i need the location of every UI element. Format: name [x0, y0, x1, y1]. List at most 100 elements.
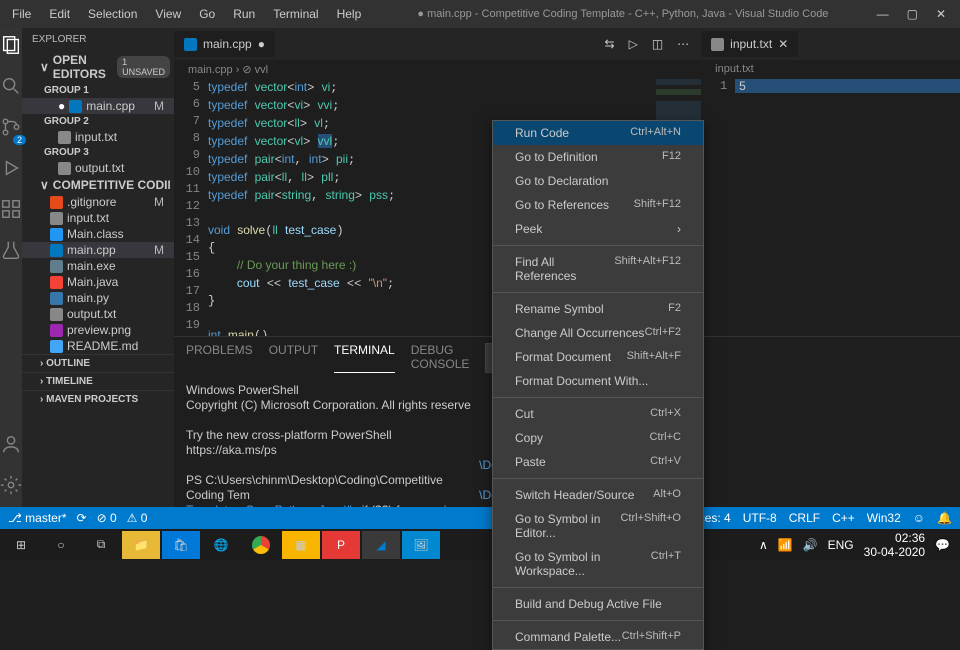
menu-edit[interactable]: Edit [41, 3, 78, 25]
panel-tab-output[interactable]: OUTPUT [269, 343, 318, 373]
ctx-format-document-with-[interactable]: Format Document With... [493, 369, 703, 393]
clock-date[interactable]: 30-04-2020 [864, 545, 925, 559]
ctx-go-to-references[interactable]: Go to ReferencesShift+F12 [493, 193, 703, 217]
file-tree-item[interactable]: Main.class [22, 226, 174, 242]
cortana-icon[interactable]: ○ [42, 531, 80, 559]
open-editor-item[interactable]: input.txt [22, 129, 174, 145]
scm-icon[interactable]: 2 [0, 116, 22, 141]
ctx-command-palette-[interactable]: Command Palette...Ctrl+Shift+P [493, 625, 703, 649]
outline-section[interactable]: › TIMELINE [22, 372, 174, 390]
extensions-icon[interactable] [0, 198, 22, 223]
explorer-icon[interactable] [0, 34, 22, 59]
chrome-icon[interactable] [242, 531, 280, 559]
file-tree-item[interactable]: input.txt [22, 210, 174, 226]
status-item[interactable]: CRLF [789, 511, 820, 525]
ctx-format-document[interactable]: Format DocumentShift+Alt+F [493, 345, 703, 369]
vscode-taskbar-icon[interactable]: ◢ [362, 531, 400, 559]
panel-tab-problems[interactable]: PROBLEMS [186, 343, 253, 373]
breadcrumb[interactable]: main.cpp › ⊘ vvl [174, 60, 701, 79]
status-item[interactable]: ⚠ 0 [127, 511, 148, 525]
menu-file[interactable]: File [4, 3, 39, 25]
status-item[interactable]: ⊘ 0 [97, 511, 117, 525]
file-tree-item[interactable]: Main.java [22, 274, 174, 290]
app-icon[interactable]: ▦ [282, 531, 320, 559]
panel-tab-terminal[interactable]: TERMINAL [334, 343, 395, 373]
ctx-run-code[interactable]: Run CodeCtrl+Alt+N [493, 121, 703, 145]
ctx-rename-symbol[interactable]: Rename SymbolF2 [493, 297, 703, 321]
open-editors-section[interactable]: ∨OPEN EDITORS1 UNSAVED [22, 51, 174, 83]
status-item[interactable]: UTF-8 [743, 511, 777, 525]
file-tree-item[interactable]: README.md [22, 338, 174, 354]
open-editor-item[interactable]: ●main.cppM [22, 98, 174, 114]
folder-section[interactable]: ∨COMPETITIVE CODING TEMPLATE - C+... [22, 176, 174, 194]
outline-section[interactable]: › MAVEN PROJECTS [22, 390, 174, 408]
file-tree-item[interactable]: main.py [22, 290, 174, 306]
status-item[interactable]: ⟳ [77, 511, 87, 525]
tab-main-cpp[interactable]: main.cpp● [174, 31, 275, 57]
panel-tab-debug console[interactable]: DEBUG CONSOLE [411, 343, 470, 373]
search-icon[interactable] [0, 75, 22, 100]
ctx-copy[interactable]: CopyCtrl+C [493, 426, 703, 450]
edge-icon[interactable]: 🌐 [202, 531, 240, 559]
wps-icon[interactable]: P [322, 531, 360, 559]
compare-icon[interactable]: ⇆ [605, 37, 615, 51]
more-icon[interactable]: ⋯ [677, 37, 689, 51]
split-icon[interactable]: ◫ [652, 37, 663, 51]
ctx-go-to-declaration[interactable]: Go to Declaration [493, 169, 703, 193]
settings-icon[interactable] [0, 474, 22, 499]
editor-group-label: GROUP 2 [22, 114, 174, 129]
menu-bar: FileEditSelectionViewGoRunTerminalHelp [4, 3, 369, 25]
file-tree-item[interactable]: main.exe [22, 258, 174, 274]
open-editor-item[interactable]: output.txt [22, 160, 174, 176]
photos-icon[interactable]: 🖼 [402, 531, 440, 559]
store-icon[interactable]: 🛍 [162, 531, 200, 559]
menu-view[interactable]: View [147, 3, 189, 25]
editor-group-label: GROUP 3 [22, 145, 174, 160]
activity-bar: 2 [0, 28, 22, 507]
ctx-paste[interactable]: PasteCtrl+V [493, 450, 703, 474]
file-tree-item[interactable]: preview.png [22, 322, 174, 338]
test-icon[interactable] [0, 239, 22, 264]
file-tree-item[interactable]: output.txt [22, 306, 174, 322]
tab-label: input.txt [730, 37, 772, 51]
menu-run[interactable]: Run [225, 3, 263, 25]
status-item[interactable]: ⎇ master* [8, 511, 67, 525]
ctx-find-all-references[interactable]: Find All ReferencesShift+Alt+F12 [493, 250, 703, 288]
menu-go[interactable]: Go [191, 3, 223, 25]
ctx-switch-header-source[interactable]: Switch Header/SourceAlt+O [493, 483, 703, 507]
menu-selection[interactable]: Selection [80, 3, 145, 25]
status-item[interactable]: ☺ [913, 511, 925, 525]
close-icon[interactable]: ✕ [936, 7, 946, 21]
account-icon[interactable] [0, 433, 22, 458]
debug-icon[interactable] [0, 157, 22, 182]
clock-time[interactable]: 02:36 [864, 531, 925, 545]
tab-input-txt[interactable]: input.txt ✕ [701, 31, 798, 57]
menu-terminal[interactable]: Terminal [265, 3, 326, 25]
run-icon[interactable]: ▷ [629, 37, 638, 51]
outline-section[interactable]: › OUTLINE [22, 354, 174, 372]
task-view-icon[interactable]: ⧉ [82, 531, 120, 559]
file-tree-item[interactable]: main.cppM [22, 242, 174, 258]
status-item[interactable]: 🔔 [937, 511, 952, 525]
editor-group-2: input.txt✕ input.txt 1 5 ⋯ [701, 28, 960, 507]
ctx-build-and-debug-active-file[interactable]: Build and Debug Active File [493, 592, 703, 616]
close-tab-icon[interactable]: ✕ [778, 37, 788, 51]
ctx-go-to-symbol-in-workspace-[interactable]: Go to Symbol in Workspace...Ctrl+T [493, 545, 703, 583]
sidebar: EXPLORER ∨OPEN EDITORS1 UNSAVED GROUP 1●… [22, 28, 174, 507]
menu-help[interactable]: Help [329, 3, 370, 25]
minimize-icon[interactable]: — [877, 7, 889, 21]
file-tree-item[interactable]: .gitignoreM [22, 194, 174, 210]
status-item[interactable]: C++ [832, 511, 855, 525]
code-editor[interactable]: 1 5 [701, 78, 960, 336]
ctx-go-to-definition[interactable]: Go to DefinitionF12 [493, 145, 703, 169]
unsaved-badge: 1 UNSAVED [117, 56, 170, 78]
ctx-change-all-occurrences[interactable]: Change All OccurrencesCtrl+F2 [493, 321, 703, 345]
maximize-icon[interactable]: ▢ [907, 7, 918, 21]
status-item[interactable]: Win32 [867, 511, 901, 525]
ctx-peek[interactable]: Peek› [493, 217, 703, 241]
breadcrumb[interactable]: input.txt [701, 60, 960, 78]
start-icon[interactable]: ⊞ [2, 531, 40, 559]
explorer-taskbar-icon[interactable]: 📁 [122, 531, 160, 559]
ctx-go-to-symbol-in-editor-[interactable]: Go to Symbol in Editor...Ctrl+Shift+O [493, 507, 703, 545]
ctx-cut[interactable]: CutCtrl+X [493, 402, 703, 426]
